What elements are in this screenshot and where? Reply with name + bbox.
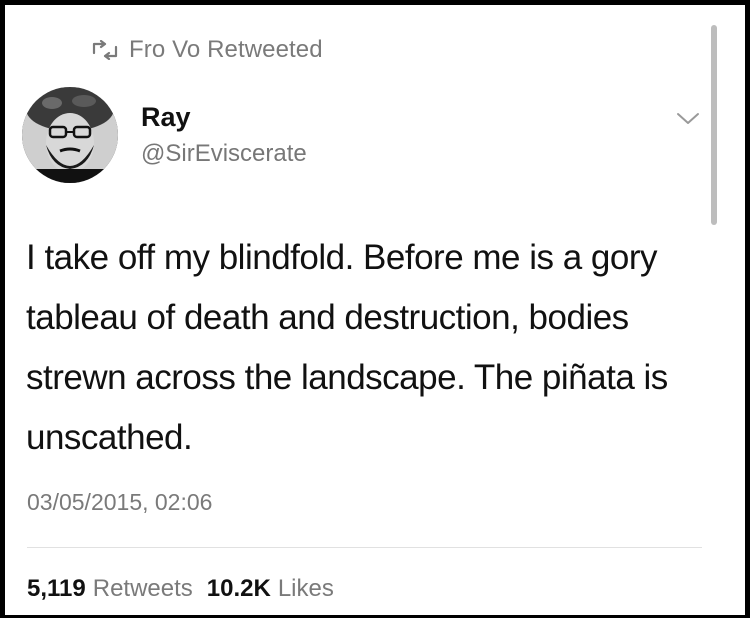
user-display-name[interactable]: Ray (141, 102, 191, 133)
divider (27, 547, 702, 548)
retweets-stat[interactable]: 5,119 Retweets (27, 575, 193, 603)
user-avatar[interactable] (22, 87, 118, 183)
tweet-stats: 5,119 Retweets 10.2K Likes (27, 575, 348, 603)
likes-stat[interactable]: 10.2K Likes (207, 575, 334, 603)
scrollbar[interactable] (711, 25, 717, 225)
user-handle[interactable]: @SirEviscerate (141, 140, 307, 168)
tweet-card: Fro Vo Retweeted Ray @SirEviscerate I ta… (5, 5, 745, 615)
likes-count: 10.2K (206, 575, 271, 602)
retweets-count: 5,119 (27, 575, 86, 602)
tweet-timestamp[interactable]: 03/05/2015, 02:06 (27, 489, 212, 516)
retweet-context[interactable]: Fro Vo Retweeted (91, 36, 323, 64)
retweet-icon (92, 40, 118, 60)
retweeted-by-label: Fro Vo Retweeted (129, 36, 323, 63)
likes-label: Likes (277, 575, 334, 602)
tweet-text: I take off my blindfold. Before me is a … (26, 238, 668, 457)
chevron-down-icon[interactable] (673, 108, 703, 128)
retweets-label: Retweets (92, 575, 193, 602)
